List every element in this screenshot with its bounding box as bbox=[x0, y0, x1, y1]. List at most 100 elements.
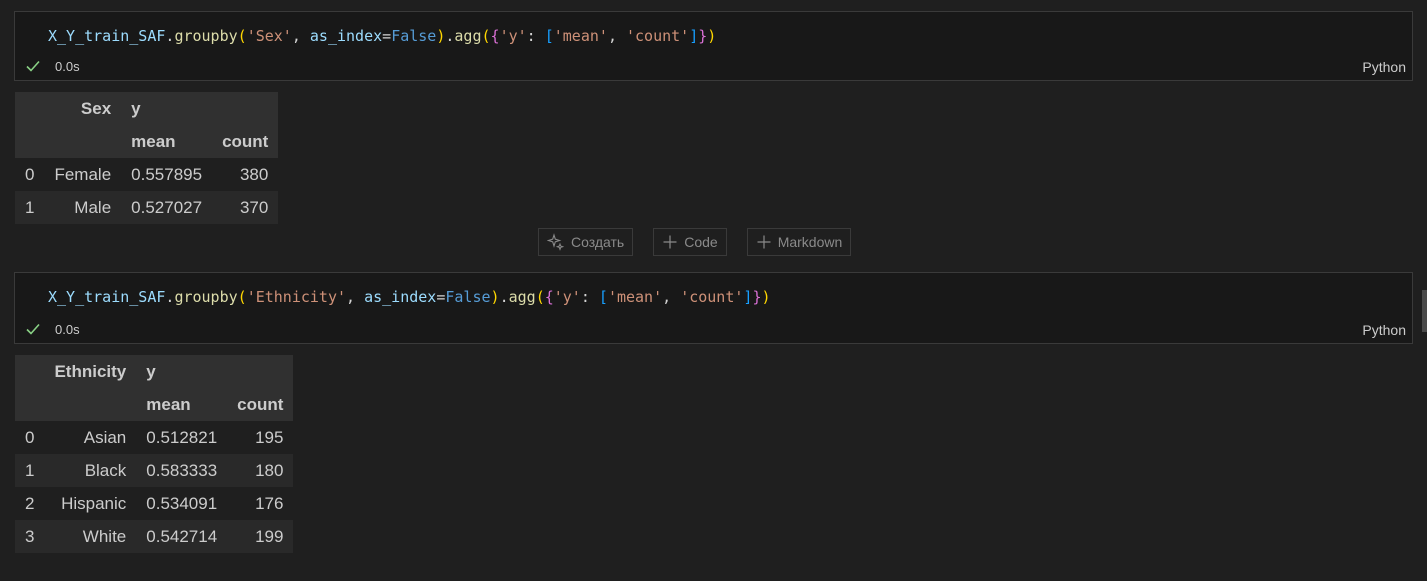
code-token: ( bbox=[481, 27, 491, 45]
header-cell bbox=[44, 125, 122, 158]
add-markdown-label: Markdown bbox=[777, 234, 843, 250]
table-header-row: Ethnicity y bbox=[15, 355, 294, 388]
code-token: ] bbox=[689, 27, 699, 45]
code-token: agg bbox=[508, 288, 536, 306]
add-code-label: Code bbox=[684, 234, 718, 250]
output-table-2: Ethnicity y mean count 0 Asian 0.512821 … bbox=[15, 355, 294, 553]
header-cell: Sex bbox=[44, 92, 122, 125]
output-table-1: Sex y mean count 0 Female 0.557895 380 1… bbox=[15, 92, 279, 224]
header-cell bbox=[15, 92, 45, 125]
plus-icon bbox=[756, 234, 772, 250]
code-token: groupby bbox=[174, 27, 238, 45]
table-cell: 0.527027 bbox=[121, 191, 213, 224]
header-cell: count bbox=[227, 388, 294, 421]
generate-label: Создать bbox=[571, 234, 625, 250]
language-selector[interactable]: Python bbox=[1362, 322, 1406, 338]
check-icon bbox=[25, 321, 41, 337]
table-cell: Asian bbox=[44, 421, 137, 454]
table-cell: 195 bbox=[227, 421, 294, 454]
table-cell: 176 bbox=[227, 487, 294, 520]
code-token: : bbox=[526, 27, 545, 45]
execution-time: 0.0s bbox=[55, 321, 80, 337]
code-token: as_index bbox=[309, 27, 383, 45]
code-token: [ bbox=[544, 27, 554, 45]
index-cell: 3 bbox=[15, 520, 45, 553]
code-cell-2[interactable]: X_Y_train_SAF.groupby('Ethnicity', as_in… bbox=[14, 272, 1413, 344]
code-token: 'mean' bbox=[553, 27, 608, 45]
code-token: ( bbox=[535, 288, 545, 306]
code-token: as_index bbox=[364, 288, 437, 306]
index-cell: 0 bbox=[15, 421, 45, 454]
header-cell bbox=[15, 388, 45, 421]
table-header-row: Sex y bbox=[15, 92, 279, 125]
header-cell: count bbox=[212, 125, 279, 158]
table-header-row: mean count bbox=[15, 388, 294, 421]
code-token: ( bbox=[237, 27, 247, 45]
code-token: 'count' bbox=[626, 27, 690, 45]
header-cell bbox=[44, 388, 137, 421]
table-row: 3 White 0.542714 199 bbox=[15, 520, 294, 553]
add-code-cell-button[interactable]: Code bbox=[653, 228, 727, 256]
table-cell: Male bbox=[44, 191, 122, 224]
code-token: , bbox=[662, 288, 681, 306]
language-selector[interactable]: Python bbox=[1362, 59, 1406, 75]
plus-icon bbox=[662, 234, 678, 250]
execution-time: 0.0s bbox=[55, 58, 80, 74]
code-token: 'count' bbox=[680, 288, 744, 306]
code-token: . bbox=[499, 288, 509, 306]
code-token: 'y' bbox=[499, 27, 527, 45]
code-token: 'Ethnicity' bbox=[246, 288, 347, 306]
code-token: X_Y_train_SAF bbox=[48, 27, 166, 45]
code-cell-1[interactable]: X_Y_train_SAF.groupby('Sex', as_index=Fa… bbox=[14, 11, 1413, 81]
code-token: , bbox=[607, 27, 626, 45]
code-editor-2[interactable]: X_Y_train_SAF.groupby('Ethnicity', as_in… bbox=[48, 287, 771, 307]
table-cell: Black bbox=[44, 454, 137, 487]
index-cell: 1 bbox=[15, 191, 45, 224]
code-token: groupby bbox=[174, 288, 238, 306]
cell-status-1: 0.0s bbox=[25, 57, 80, 75]
header-cell: mean bbox=[136, 388, 228, 421]
table-cell: 0.534091 bbox=[136, 487, 228, 520]
table-row: 1 Black 0.583333 180 bbox=[15, 454, 294, 487]
code-token: 'mean' bbox=[607, 288, 663, 306]
table-cell: Hispanic bbox=[44, 487, 137, 520]
index-cell: 1 bbox=[15, 454, 45, 487]
code-token: agg bbox=[454, 27, 482, 45]
table-cell: Female bbox=[44, 158, 122, 191]
code-editor-1[interactable]: X_Y_train_SAF.groupby('Sex', as_index=Fa… bbox=[48, 26, 716, 46]
table-cell: White bbox=[44, 520, 137, 553]
index-cell: 2 bbox=[15, 487, 45, 520]
table-cell: 370 bbox=[212, 191, 279, 224]
table-row: 0 Female 0.557895 380 bbox=[15, 158, 279, 191]
table-cell: 0.542714 bbox=[136, 520, 228, 553]
table-cell: 0.557895 bbox=[121, 158, 213, 191]
code-token: { bbox=[490, 27, 500, 45]
header-cell: mean bbox=[121, 125, 213, 158]
code-token: ) bbox=[761, 288, 771, 306]
scrollbar-thumb[interactable] bbox=[1422, 290, 1427, 332]
table-cell: 380 bbox=[212, 158, 279, 191]
header-cell bbox=[15, 125, 45, 158]
check-icon bbox=[25, 58, 41, 74]
table-cell: 0.583333 bbox=[136, 454, 228, 487]
add-markdown-cell-button[interactable]: Markdown bbox=[746, 228, 852, 256]
code-token: [ bbox=[598, 288, 608, 306]
generate-button[interactable]: Создать bbox=[538, 228, 634, 256]
code-token: ) bbox=[707, 27, 717, 45]
table-cell: 180 bbox=[227, 454, 294, 487]
add-cell-toolbar: Создать Code Markdown bbox=[538, 228, 852, 256]
table-row: 1 Male 0.527027 370 bbox=[15, 191, 279, 224]
code-token: : bbox=[580, 288, 599, 306]
code-token: { bbox=[544, 288, 554, 306]
cell-status-2: 0.0s bbox=[25, 320, 80, 338]
code-token: , bbox=[346, 288, 365, 306]
code-token: 'y' bbox=[553, 288, 581, 306]
table-header-row: mean count bbox=[15, 125, 279, 158]
sparkle-icon bbox=[547, 233, 565, 251]
header-cell: Ethnicity bbox=[44, 355, 137, 388]
code-token: } bbox=[698, 27, 708, 45]
code-token: ) bbox=[490, 288, 500, 306]
code-token: X_Y_train_SAF bbox=[48, 288, 166, 306]
code-token: ( bbox=[237, 288, 247, 306]
table-row: 2 Hispanic 0.534091 176 bbox=[15, 487, 294, 520]
